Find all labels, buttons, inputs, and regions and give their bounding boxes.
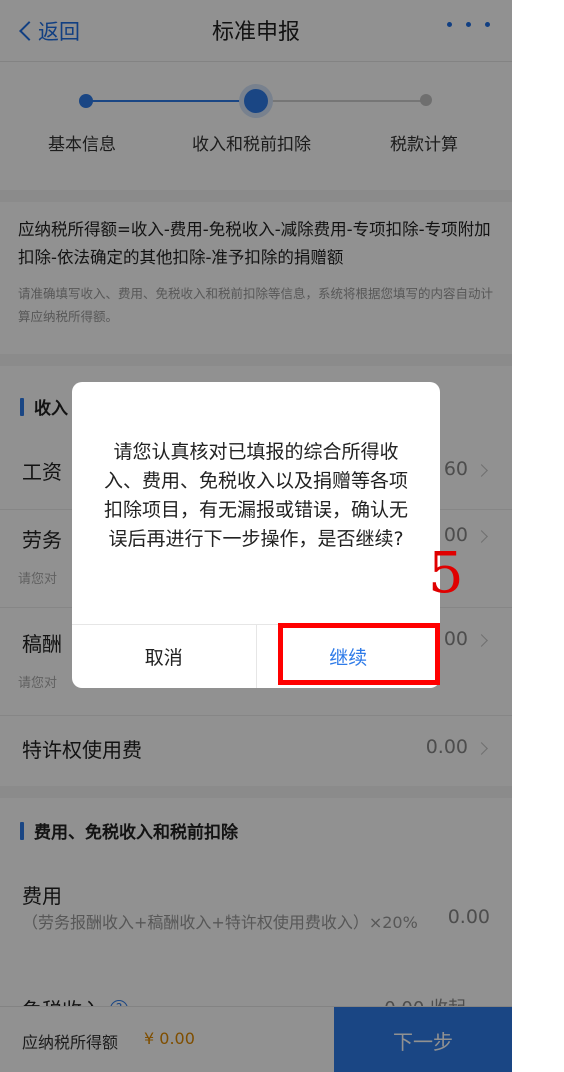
dialog-message: 请您认真核对已填报的综合所得收入、费用、免税收入以及捐赠等各项扣除项目，有无漏报… [103,441,408,550]
annotation-highlight-box [278,623,440,685]
app-screen: 返回 标准申报 基本信息 收入和税前扣除 税款计算 应纳税所得额=收入-费用-免… [0,0,512,1072]
cancel-button[interactable]: 取消 [72,625,257,688]
blank-margin [512,0,564,1072]
annotation-step-number: 5 [428,541,464,606]
